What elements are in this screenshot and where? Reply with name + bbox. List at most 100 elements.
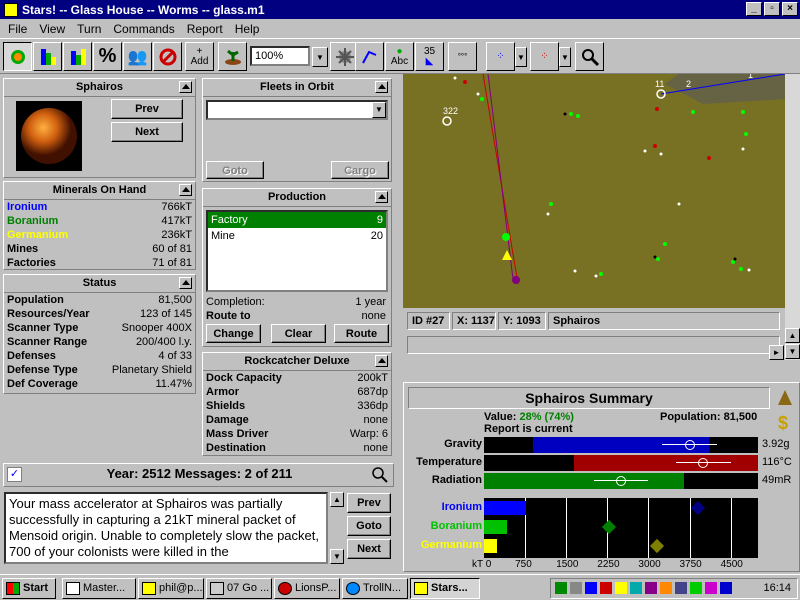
collapse-icon[interactable] (179, 277, 192, 289)
collapse-icon[interactable] (179, 184, 192, 196)
message-prev-button[interactable]: Prev (347, 493, 391, 513)
next-planet-button[interactable]: Next (111, 122, 183, 142)
production-item[interactable]: Factory 9 (208, 212, 386, 228)
message-goto-button[interactable]: Goto (347, 516, 391, 536)
collapse-icon[interactable] (179, 81, 192, 93)
title-bar: Stars! -- Glass House -- Worms -- glass.… (0, 0, 800, 19)
fleet-count-icon[interactable]: 35 ◣ (415, 42, 444, 71)
menu-view[interactable]: View (33, 22, 71, 36)
collapse-icon[interactable] (375, 355, 388, 367)
magnifier-icon[interactable] (371, 466, 389, 484)
mail-icon (142, 582, 156, 595)
scroll-down-icon[interactable]: ▼ (785, 344, 800, 359)
tray-icon[interactable] (705, 582, 717, 594)
tray-icon[interactable] (630, 582, 642, 594)
surface-minerals-icon[interactable] (33, 42, 62, 71)
status-value: 123 of 145 (140, 308, 192, 320)
scroll-up-icon[interactable]: ▲ (330, 492, 344, 507)
find-icon[interactable] (575, 42, 604, 71)
mineral-label: Mines (7, 243, 39, 255)
planet-panel: Sphairos Prev Next (3, 78, 196, 178)
collapse-icon[interactable] (776, 389, 794, 407)
menu-help[interactable]: Help (229, 22, 266, 36)
map-label-1: 1 (748, 74, 753, 80)
scroll-right-icon[interactable]: ► (769, 345, 784, 360)
fleets-dropdown-icon[interactable]: ▼ (515, 47, 527, 67)
production-queue[interactable]: Factory 9 Mine 20 (206, 210, 388, 292)
grid-line (648, 498, 650, 558)
close-button[interactable]: × (782, 2, 798, 16)
collapse-icon[interactable] (375, 191, 388, 203)
map-canvas[interactable]: 322 11 2 1 (403, 74, 785, 308)
task-master[interactable]: Master... (62, 578, 136, 599)
scroll-down-icon[interactable]: ▼ (330, 549, 344, 564)
goto-button[interactable]: Goto (206, 161, 264, 179)
cargo-button[interactable]: Cargo (331, 161, 389, 179)
fleet-select[interactable]: ▼ (206, 100, 388, 120)
maximize-button[interactable]: ▫ (764, 2, 780, 16)
waypoint-lines-icon[interactable] (355, 42, 384, 71)
tray-icon[interactable] (615, 582, 627, 594)
zoom-dropdown-icon[interactable]: ▼ (312, 47, 328, 67)
tray-icon[interactable] (690, 582, 702, 594)
env-bar-fill (574, 455, 758, 471)
no-player-icon[interactable] (153, 42, 182, 71)
menu-turn[interactable]: Turn (71, 22, 107, 36)
menu-file[interactable]: File (2, 22, 33, 36)
speaker-icon[interactable] (720, 582, 732, 594)
filter-dropdown-icon[interactable]: ▼ (559, 47, 571, 67)
menu-commands[interactable]: Commands (107, 22, 180, 36)
status-row: Defenses 4 of 33 (4, 349, 195, 363)
task-07go[interactable]: 07 Go ... (206, 578, 272, 599)
scroll-up-icon[interactable]: ▲ (785, 328, 800, 343)
population-icon[interactable]: 👥 (123, 42, 152, 71)
tray-icon[interactable] (570, 582, 582, 594)
zoom-select[interactable]: 100% (250, 46, 310, 66)
tray-icon[interactable] (675, 582, 687, 594)
enemy-fleets-icon[interactable]: ⁘ (486, 42, 515, 71)
tray-icon[interactable] (585, 582, 597, 594)
star-map[interactable]: 322 11 2 1 (403, 74, 785, 308)
chevron-down-icon[interactable]: ▼ (372, 102, 386, 118)
tray-icon[interactable] (645, 582, 657, 594)
percent-icon[interactable]: % (93, 42, 122, 71)
tray-icon[interactable] (600, 582, 612, 594)
names-icon[interactable]: ● Abc (385, 42, 414, 71)
task-lionsp[interactable]: LionsP... (274, 578, 340, 599)
mineral-row: Boranium 417kT (4, 214, 195, 228)
value-number: 28% (74%) (519, 411, 574, 423)
minimize-button[interactable]: _ (746, 2, 762, 16)
planet-info-icon[interactable] (218, 42, 247, 71)
map-object-name: Sphairos (548, 312, 780, 330)
start-button[interactable]: Start (2, 578, 56, 599)
status-label: Scanner Range (7, 336, 88, 348)
map-vertical-scrollbar[interactable]: ▲ ▼ (785, 74, 800, 360)
message-next-button[interactable]: Next (347, 539, 391, 559)
task-phil[interactable]: phil@p... (138, 578, 204, 599)
fleet-filter-icon[interactable]: ⁘ (530, 42, 559, 71)
starbase-row: Armor 687dp (203, 385, 391, 399)
task-trolln[interactable]: TrollN... (342, 578, 408, 599)
menu-report[interactable]: Report (181, 22, 229, 36)
planet-view-icon[interactable] (3, 42, 32, 71)
message-scrollbar[interactable]: ▲ ▼ (330, 492, 344, 564)
task-stars[interactable]: Stars... (410, 578, 480, 599)
tray-icon[interactable] (555, 582, 567, 594)
axis-tick-label: 3750 (679, 559, 702, 570)
map-planet-id: ID #27 (407, 312, 450, 330)
mineral-concentration-icon[interactable] (63, 42, 92, 71)
change-button[interactable]: Change (206, 324, 261, 343)
add-waypoint-button[interactable]: + Add (185, 42, 214, 71)
production-item[interactable]: Mine 20 (208, 228, 386, 244)
env-marker-icon (684, 440, 695, 450)
mineral-chart-label: Boranium (430, 520, 482, 532)
collapse-icon[interactable] (375, 81, 388, 93)
scanner-coverage-icon[interactable]: °°° (448, 42, 477, 71)
toolbar: % 👥 + Add 100% ▼ ● Abc 35 ◣ °°° ⁘ ▼ ⁘ ▼ (0, 38, 800, 74)
route-button[interactable]: Route (334, 324, 389, 343)
tray-icon[interactable] (660, 582, 672, 594)
app-icon[interactable] (4, 2, 18, 17)
clear-button[interactable]: Clear (271, 324, 326, 343)
mineral-row: Mines 60 of 81 (4, 242, 195, 256)
prev-planet-button[interactable]: Prev (111, 99, 183, 119)
